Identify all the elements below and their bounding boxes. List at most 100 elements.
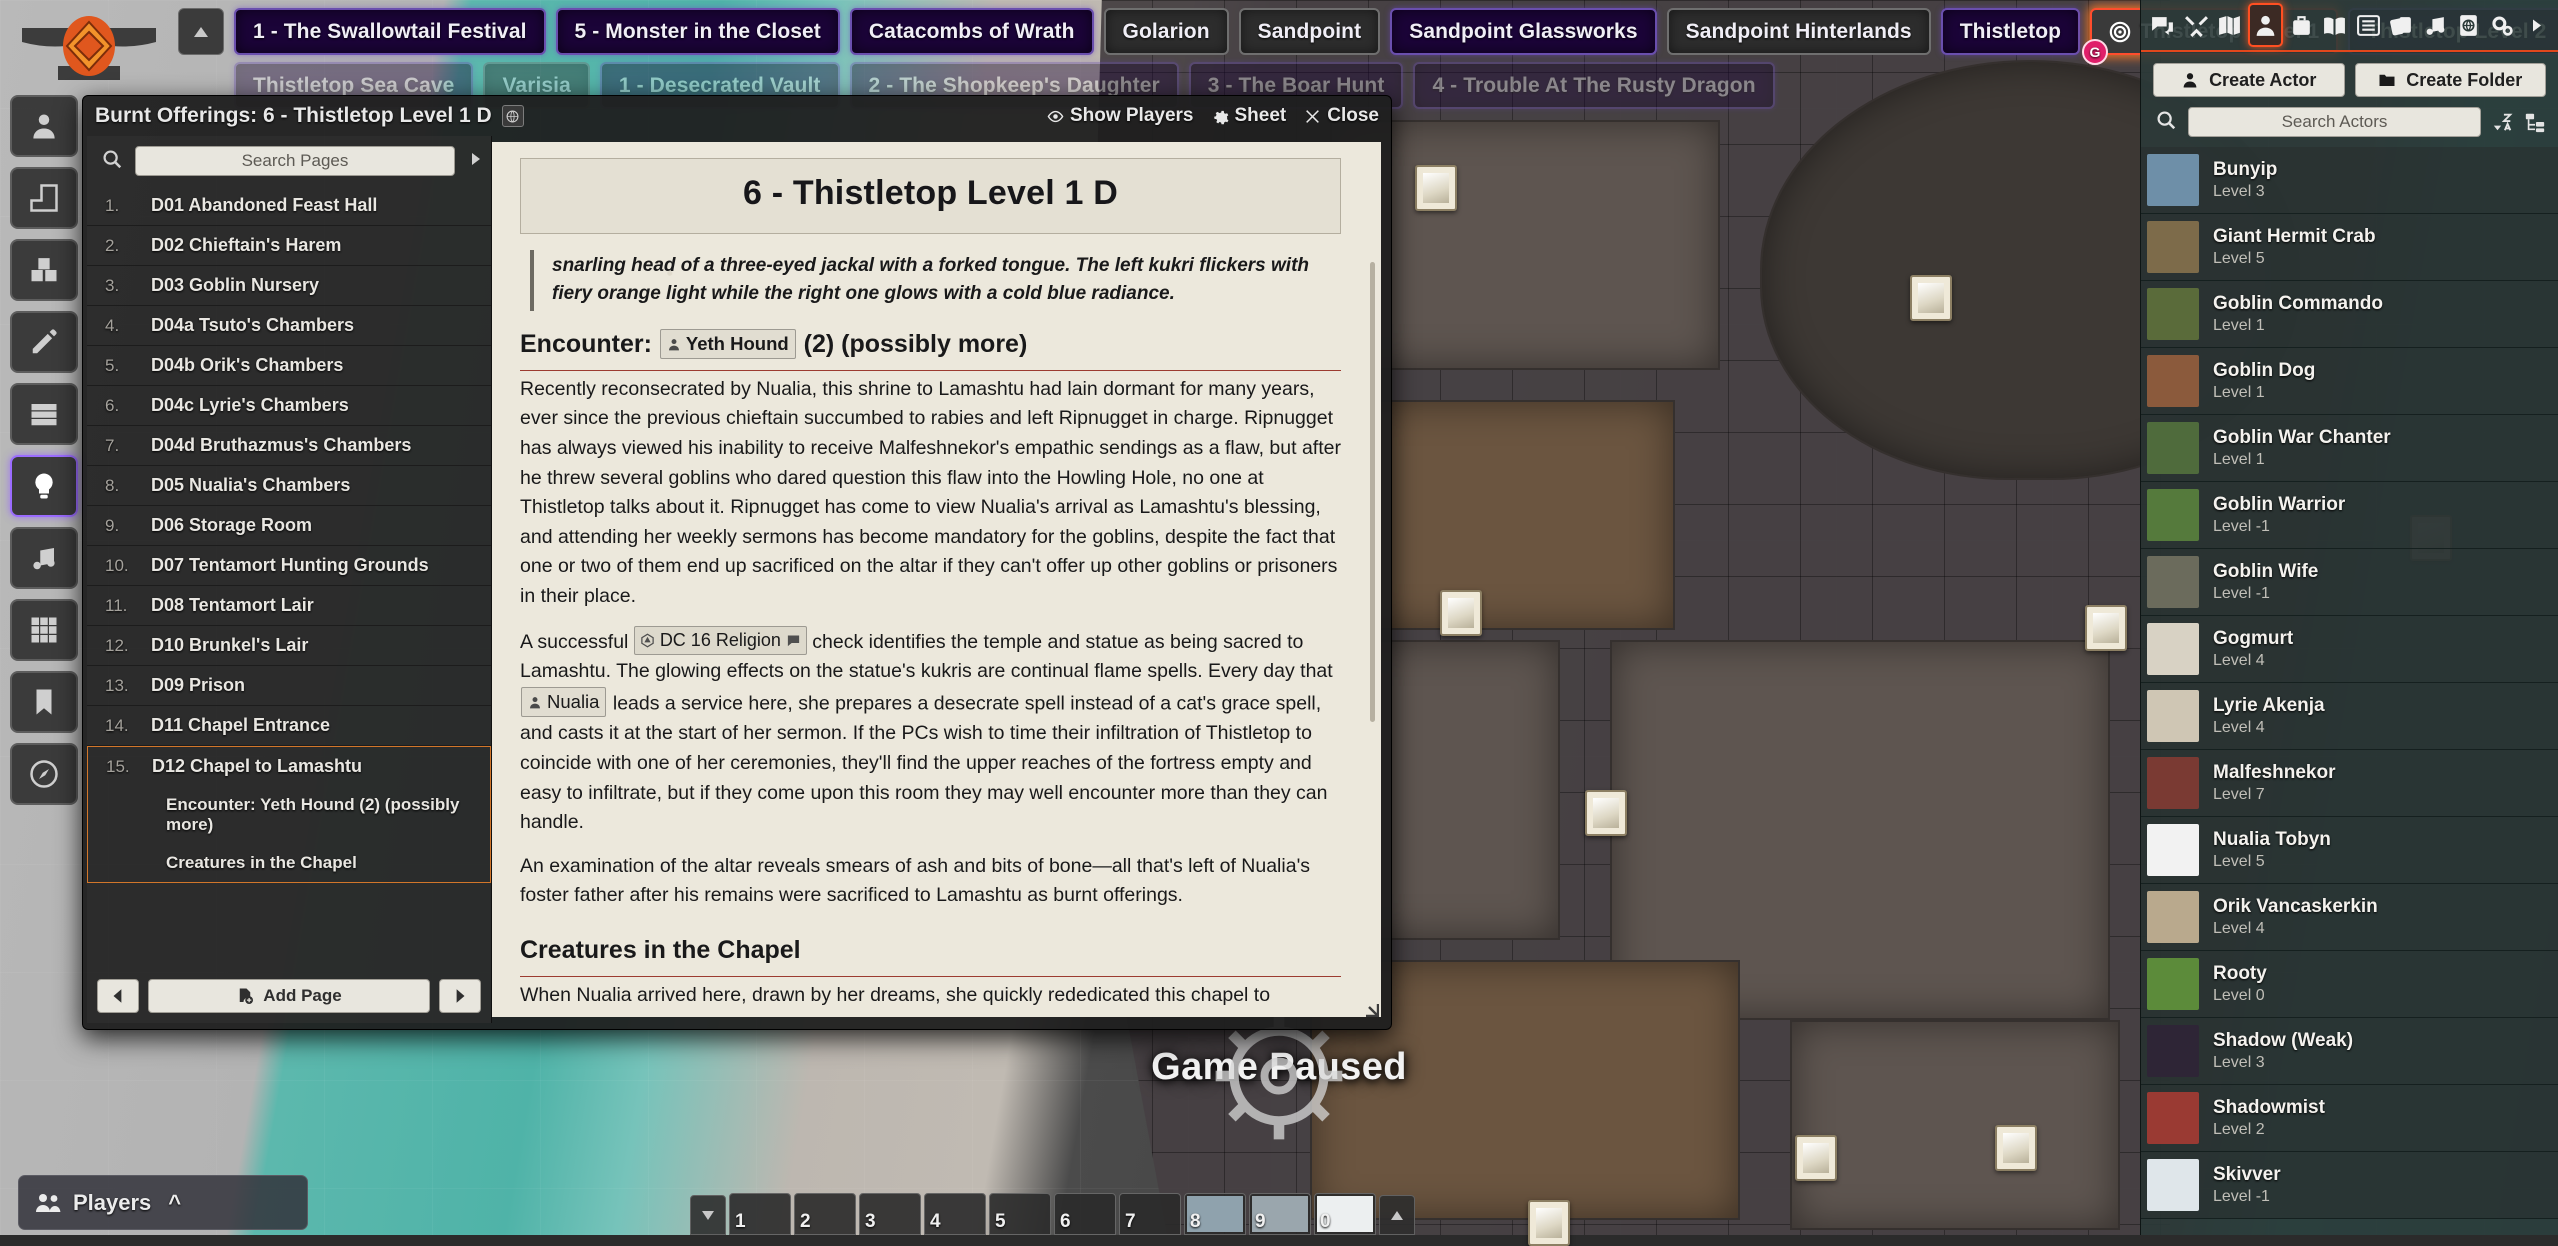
tab-chat[interactable] [2147, 3, 2179, 47]
players-panel[interactable]: Players ^ [18, 1175, 308, 1230]
scene-nav-collapse-button[interactable] [178, 8, 224, 55]
page-list-item[interactable]: 2.D02 Chieftain's Harem [87, 226, 491, 266]
actor-list-item[interactable]: Orik VancaskerkinLevel 4 [2141, 884, 2558, 951]
actor-list-item[interactable]: Goblin WifeLevel -1 [2141, 549, 2558, 616]
page-list-item[interactable]: 8.D05 Nualia's Chambers [87, 466, 491, 506]
create-folder-button[interactable]: Create Folder [2355, 63, 2547, 97]
hotbar-slot[interactable]: 5 [989, 1193, 1051, 1235]
page-list-scroll[interactable]: 1.D01 Abandoned Feast Hall 2.D02 Chiefta… [87, 186, 491, 971]
hotbar-slot[interactable]: 9 [1249, 1193, 1311, 1235]
actor-list-item[interactable]: Goblin CommandoLevel 1 [2141, 281, 2558, 348]
create-actor-button[interactable]: Create Actor [2153, 63, 2345, 97]
scene-tab[interactable]: Sandpoint Glassworks [1390, 8, 1656, 55]
tab-cards[interactable] [2386, 3, 2418, 47]
journal-page-content[interactable]: 6 - Thistletop Level 1 D snarling head o… [492, 142, 1381, 1017]
lighting-controls-button[interactable] [10, 455, 78, 517]
globe-icon[interactable] [502, 105, 524, 127]
resize-handle[interactable] [1361, 997, 1379, 1015]
hotbar-page-up-button[interactable] [1379, 1195, 1415, 1235]
tab-tables[interactable] [2352, 3, 2384, 47]
scene-tab[interactable]: 4 - Trouble At The Rusty Dragon [1413, 62, 1774, 109]
actor-list[interactable]: BunyipLevel 3 Giant Hermit CrabLevel 5 G… [2141, 147, 2558, 1235]
tab-more[interactable] [2520, 3, 2552, 47]
hotbar-slot[interactable]: 2 [794, 1193, 856, 1235]
actor-list-item[interactable]: Giant Hermit CrabLevel 5 [2141, 214, 2558, 281]
map-note-token[interactable] [1585, 790, 1627, 836]
hotbar-slot[interactable]: 1 [729, 1193, 791, 1235]
players-caret[interactable]: ^ [168, 1190, 181, 1216]
scene-tab[interactable]: 1 - The Swallowtail Festival [234, 8, 546, 55]
extra-controls-button[interactable] [10, 743, 78, 805]
tab-settings[interactable] [2487, 3, 2519, 47]
notes-controls-button[interactable] [10, 671, 78, 733]
actor-list-item[interactable]: Nualia TobynLevel 5 [2141, 817, 2558, 884]
actor-list-item[interactable]: Lyrie AkenjaLevel 4 [2141, 683, 2558, 750]
page-list-item[interactable]: 3.D03 Goblin Nursery [87, 266, 491, 306]
sound-controls-button[interactable] [10, 527, 78, 589]
scene-tab[interactable]: Catacombs of Wrath [850, 8, 1094, 55]
region-controls-button[interactable] [10, 599, 78, 661]
measure-template-controls-button[interactable] [10, 167, 78, 229]
map-note-token[interactable] [1528, 1200, 1570, 1246]
close-button[interactable]: Close [1304, 105, 1379, 127]
drawing-controls-button[interactable] [10, 311, 78, 373]
map-note-token[interactable] [1415, 165, 1457, 211]
wall-controls-button[interactable] [10, 383, 78, 445]
map-note-token[interactable] [1910, 275, 1952, 321]
map-note-token[interactable] [2085, 605, 2127, 651]
actor-list-item[interactable]: Goblin WarriorLevel -1 [2141, 482, 2558, 549]
token-controls-button[interactable] [10, 95, 78, 157]
page-list-item-current[interactable]: 15.D12 Chapel to Lamashtu [87, 746, 491, 786]
scene-tab[interactable]: Thistletop [1941, 8, 2080, 55]
page-list-item[interactable]: 6.D04c Lyrie's Chambers [87, 386, 491, 426]
actor-list-item[interactable]: Goblin DogLevel 1 [2141, 348, 2558, 415]
actor-list-item[interactable]: RootyLevel 0 [2141, 951, 2558, 1018]
actor-list-item[interactable]: Shadow (Weak)Level 3 [2141, 1018, 2558, 1085]
add-page-button[interactable]: Add Page [148, 979, 430, 1013]
skill-check-link[interactable]: DC 16 Religion [634, 626, 807, 655]
actor-list-item[interactable]: Goblin War ChanterLevel 1 [2141, 415, 2558, 482]
actor-search-input[interactable] [2188, 107, 2481, 137]
page-list-item[interactable]: 4.D04a Tsuto's Chambers [87, 306, 491, 346]
content-scrollbar[interactable] [1370, 262, 1375, 722]
actor-list-item[interactable]: MalfeshnekorLevel 7 [2141, 750, 2558, 817]
tab-actors[interactable] [2248, 3, 2284, 47]
actor-list-item[interactable]: GogmurtLevel 4 [2141, 616, 2558, 683]
map-note-token[interactable] [1995, 1125, 2037, 1171]
hotbar-slot[interactable]: 6 [1054, 1193, 1116, 1235]
show-players-button[interactable]: Show Players [1047, 105, 1194, 127]
journal-window[interactable]: Burnt Offerings: 6 - Thistletop Level 1 … [82, 95, 1392, 1030]
foundry-logo[interactable] [14, 6, 164, 88]
sheet-button[interactable]: Sheet [1212, 105, 1287, 127]
actor-list-item[interactable]: SkivverLevel -1 [2141, 1152, 2558, 1219]
page-list-item[interactable]: 7.D04d Bruthazmus's Chambers [87, 426, 491, 466]
hotbar-slot[interactable]: 3 [859, 1193, 921, 1235]
hotbar-page-down-button[interactable] [690, 1195, 726, 1235]
page-list-item[interactable]: 14.D11 Chapel Entrance [87, 706, 491, 746]
page-list-item[interactable]: 5.D04b Orik's Chambers [87, 346, 491, 386]
tab-journal[interactable] [2319, 3, 2351, 47]
actor-list-item[interactable]: BunyipLevel 3 [2141, 147, 2558, 214]
tab-items[interactable] [2285, 3, 2317, 47]
scene-tab[interactable]: Sandpoint [1239, 8, 1381, 55]
hotbar-slot[interactable]: 8 [1184, 1193, 1246, 1235]
page-list-item[interactable]: 1.D01 Abandoned Feast Hall [87, 186, 491, 226]
map-note-token[interactable] [1440, 590, 1482, 636]
map-note-token[interactable] [1795, 1135, 1837, 1181]
tab-combat[interactable] [2181, 3, 2213, 47]
hotbar-slot[interactable]: 4 [924, 1193, 986, 1235]
hotbar-slot[interactable]: 0 [1314, 1193, 1376, 1235]
scene-tab[interactable]: 5 - Monster in the Closet [556, 8, 840, 55]
tab-compendium[interactable] [2453, 3, 2485, 47]
tile-controls-button[interactable] [10, 239, 78, 301]
actor-link-nualia[interactable]: Nualia [521, 687, 606, 717]
tab-playlists[interactable] [2420, 3, 2452, 47]
scene-tab[interactable]: Golarion [1104, 8, 1229, 55]
page-list-item[interactable]: 9.D06 Storage Room [87, 506, 491, 546]
journal-window-header[interactable]: Burnt Offerings: 6 - Thistletop Level 1 … [83, 96, 1391, 136]
actor-list-item[interactable]: ShadowmistLevel 2 [2141, 1085, 2558, 1152]
page-list-subitem[interactable]: Creatures in the Chapel [87, 844, 491, 883]
previous-page-button[interactable] [97, 979, 139, 1013]
page-list-item[interactable]: 12.D10 Brunkel's Lair [87, 626, 491, 666]
hotbar-slot[interactable]: 7 [1119, 1193, 1181, 1235]
